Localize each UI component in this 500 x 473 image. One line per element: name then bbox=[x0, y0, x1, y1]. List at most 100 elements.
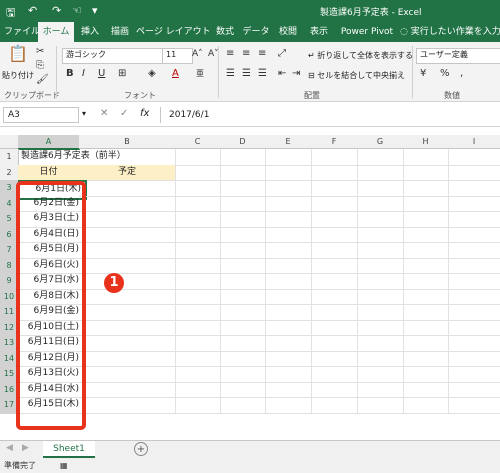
cell-d14[interactable] bbox=[220, 350, 266, 367]
cut-icon[interactable]: ✂ bbox=[36, 46, 44, 58]
cell-d8[interactable] bbox=[220, 257, 266, 274]
cell-f14[interactable] bbox=[311, 350, 358, 367]
cell-e2[interactable] bbox=[265, 164, 312, 181]
cell-g4[interactable] bbox=[357, 195, 404, 212]
align-center-icon[interactable]: ☰ bbox=[242, 68, 251, 80]
macro-record-icon[interactable]: ▦ bbox=[60, 458, 68, 473]
cell-d2[interactable] bbox=[220, 164, 266, 181]
cell-b1[interactable] bbox=[79, 149, 176, 166]
cell-f10[interactable] bbox=[311, 288, 358, 305]
cell-h4[interactable] bbox=[403, 195, 449, 212]
cell-e6[interactable] bbox=[265, 226, 312, 243]
tab-page-layout[interactable]: ページ レイアウト bbox=[136, 22, 211, 42]
cell-g5[interactable] bbox=[357, 211, 404, 228]
cell-h13[interactable] bbox=[403, 335, 449, 352]
cell-f11[interactable] bbox=[311, 304, 358, 321]
cell-b12[interactable] bbox=[79, 319, 176, 336]
cell-d15[interactable] bbox=[220, 366, 266, 383]
cell-i1[interactable] bbox=[448, 149, 500, 166]
cell-g9[interactable] bbox=[357, 273, 404, 290]
cell-i4[interactable] bbox=[448, 196, 500, 212]
cell-f3[interactable] bbox=[311, 180, 358, 197]
tell-me-search[interactable]: ◌ 実行したい作業を入力 bbox=[400, 22, 500, 42]
tab-formulas[interactable]: 数式 bbox=[212, 22, 238, 42]
cell-g1[interactable] bbox=[357, 149, 404, 166]
font-size-select[interactable]: 11 bbox=[162, 48, 193, 64]
cell-d17[interactable] bbox=[220, 397, 266, 414]
cell-c11[interactable] bbox=[175, 304, 221, 321]
cell-g11[interactable] bbox=[357, 304, 404, 321]
cell-i8[interactable] bbox=[448, 258, 500, 274]
cell-c13[interactable] bbox=[175, 335, 221, 352]
cell-h17[interactable] bbox=[403, 397, 449, 414]
cell-b2[interactable]: 予定 bbox=[79, 164, 176, 181]
cell-i10[interactable] bbox=[448, 289, 500, 305]
cell-a2[interactable]: 日付 bbox=[18, 164, 80, 181]
cancel-icon[interactable]: ✕ bbox=[100, 108, 108, 119]
cell-b17[interactable] bbox=[79, 397, 176, 414]
cell-f8[interactable] bbox=[311, 257, 358, 274]
cell-d3[interactable] bbox=[220, 180, 266, 197]
cell-h5[interactable] bbox=[403, 211, 449, 228]
cell-e11[interactable] bbox=[265, 304, 312, 321]
insert-function-icon[interactable]: fx bbox=[140, 108, 149, 119]
formula-input[interactable]: 2017/6/1 bbox=[160, 107, 497, 123]
cell-c17[interactable] bbox=[175, 397, 221, 414]
percent-icon[interactable]: % bbox=[440, 68, 450, 80]
tab-draw[interactable]: 描画 bbox=[106, 22, 134, 42]
cell-c9[interactable] bbox=[175, 273, 221, 290]
tab-insert[interactable]: 挿入 bbox=[76, 22, 104, 42]
tab-view[interactable]: 表示 bbox=[304, 22, 334, 42]
cell-g10[interactable] bbox=[357, 288, 404, 305]
name-box[interactable]: A3 bbox=[3, 107, 79, 123]
cell-f16[interactable] bbox=[311, 381, 358, 398]
cell-d12[interactable] bbox=[220, 319, 266, 336]
cell-c7[interactable] bbox=[175, 242, 221, 259]
align-bottom-icon[interactable]: ≡ bbox=[258, 48, 266, 60]
undo-icon[interactable]: ↶ bbox=[28, 4, 37, 17]
tab-review[interactable]: 校閲 bbox=[274, 22, 302, 42]
cell-e3[interactable] bbox=[265, 180, 312, 197]
column-header-c[interactable]: C bbox=[175, 135, 221, 149]
cell-b7[interactable] bbox=[79, 242, 176, 259]
cell-d6[interactable] bbox=[220, 226, 266, 243]
cell-e8[interactable] bbox=[265, 257, 312, 274]
cell-g15[interactable] bbox=[357, 366, 404, 383]
cell-d16[interactable] bbox=[220, 381, 266, 398]
align-middle-icon[interactable]: ≡ bbox=[242, 48, 250, 60]
font-grow-icon[interactable]: A˄ bbox=[192, 48, 203, 60]
cell-e14[interactable] bbox=[265, 350, 312, 367]
cell-e10[interactable] bbox=[265, 288, 312, 305]
cell-c5[interactable] bbox=[175, 211, 221, 228]
cell-c3[interactable] bbox=[175, 180, 221, 197]
cell-g7[interactable] bbox=[357, 242, 404, 259]
cell-c12[interactable] bbox=[175, 319, 221, 336]
column-header-e[interactable]: E bbox=[265, 135, 312, 149]
cell-g14[interactable] bbox=[357, 350, 404, 367]
comma-icon[interactable]: , bbox=[460, 68, 463, 80]
cell-h2[interactable] bbox=[403, 164, 449, 181]
phonetic-icon[interactable]: 亜 bbox=[196, 68, 204, 80]
row-header-2[interactable]: 2 bbox=[0, 164, 19, 181]
cell-b8[interactable] bbox=[79, 257, 176, 274]
cell-h16[interactable] bbox=[403, 381, 449, 398]
cell-b15[interactable] bbox=[79, 366, 176, 383]
cell-f1[interactable] bbox=[311, 149, 358, 166]
tab-file[interactable]: ファイル bbox=[4, 22, 40, 42]
font-color-icon[interactable]: A bbox=[172, 68, 179, 80]
bold-icon[interactable]: B bbox=[66, 68, 74, 80]
column-header-a[interactable]: A bbox=[18, 135, 80, 150]
cell-g13[interactable] bbox=[357, 335, 404, 352]
cell-g6[interactable] bbox=[357, 226, 404, 243]
cell-b13[interactable] bbox=[79, 335, 176, 352]
cell-h12[interactable] bbox=[403, 319, 449, 336]
cell-h8[interactable] bbox=[403, 257, 449, 274]
cell-h3[interactable] bbox=[403, 180, 449, 197]
cell-d11[interactable] bbox=[220, 304, 266, 321]
redo-icon[interactable]: ↷ bbox=[52, 4, 61, 17]
column-header-h[interactable]: H bbox=[403, 135, 449, 149]
customize-toolbar-icon[interactable]: ▾ bbox=[92, 4, 98, 17]
merge-center-button[interactable]: ⊟ セルを結合して中央揃え bbox=[308, 70, 405, 81]
cell-d13[interactable] bbox=[220, 335, 266, 352]
cell-h7[interactable] bbox=[403, 242, 449, 259]
